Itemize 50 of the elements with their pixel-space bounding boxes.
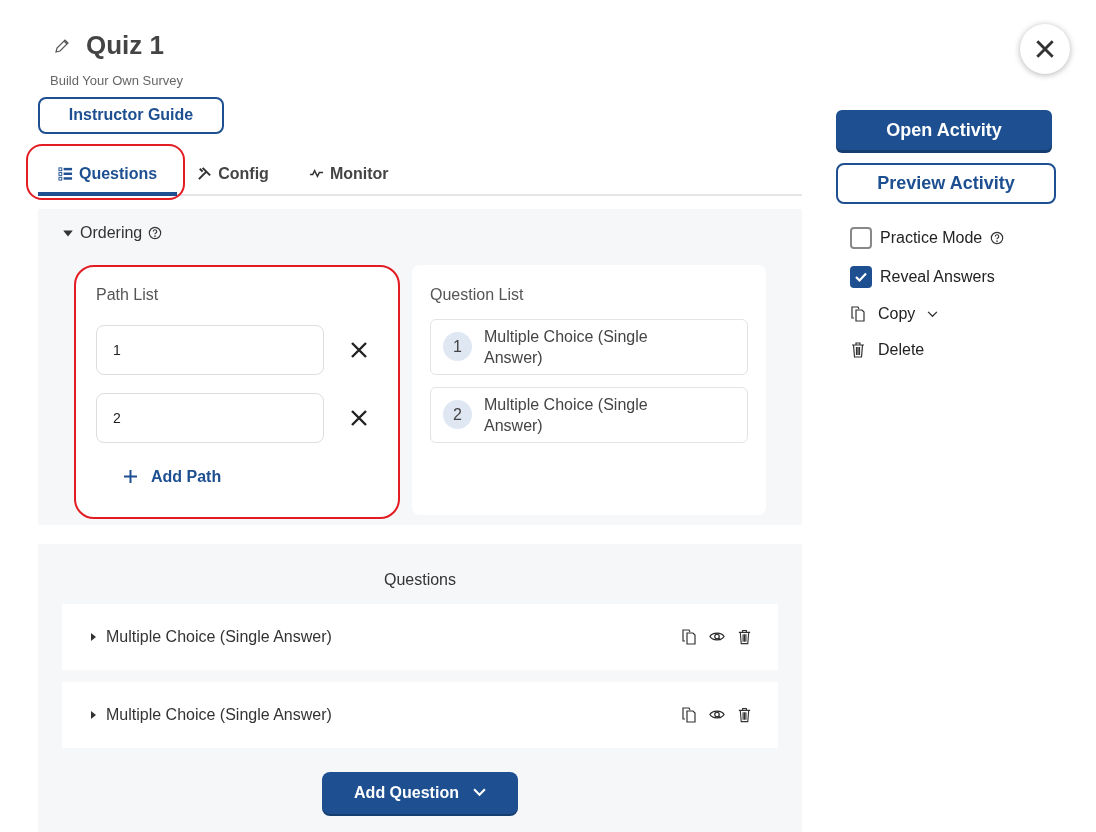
quiz-title: Quiz 1 bbox=[86, 29, 164, 62]
path-field[interactable]: 2 bbox=[96, 392, 324, 443]
tab[interactable]: Questions bbox=[38, 155, 178, 196]
preview-icon[interactable] bbox=[709, 630, 725, 643]
trash-icon[interactable] bbox=[737, 628, 752, 645]
trash-icon bbox=[850, 342, 866, 358]
tab[interactable]: Monitor bbox=[288, 155, 409, 196]
tab[interactable]: Config bbox=[177, 155, 289, 196]
question-row[interactable]: Multiple Choice (Single Answer) bbox=[62, 603, 778, 670]
chevron-down-icon bbox=[472, 788, 486, 797]
copy-button[interactable]: Copy bbox=[850, 302, 939, 326]
tools-icon bbox=[197, 166, 213, 181]
question-list-item[interactable]: 1 Multiple Choice (Single Answer) bbox=[430, 318, 748, 375]
plus-icon bbox=[124, 470, 137, 483]
pencil-icon[interactable] bbox=[54, 37, 70, 54]
preview-activity-button[interactable]: Preview Activity bbox=[836, 163, 1056, 204]
panel-title: Question List bbox=[430, 284, 525, 305]
question-row[interactable]: Multiple Choice (Single Answer) bbox=[62, 681, 778, 748]
caret-icon[interactable] bbox=[88, 709, 98, 720]
checkbox[interactable] bbox=[850, 226, 872, 249]
trash-icon[interactable] bbox=[737, 706, 752, 723]
pulse-icon bbox=[308, 166, 324, 181]
section-title: Questions bbox=[382, 569, 457, 590]
checkbox[interactable] bbox=[850, 265, 872, 288]
number-badge: 2 bbox=[443, 400, 472, 429]
close-icon bbox=[1034, 38, 1056, 60]
delete-button[interactable]: Delete bbox=[850, 338, 925, 362]
section-label: Ordering bbox=[80, 222, 143, 243]
open-activity-button[interactable]: Open Activity bbox=[836, 110, 1052, 150]
option-label: Practice Mode bbox=[880, 227, 983, 248]
preview-icon[interactable] bbox=[709, 708, 725, 721]
option-label: Reveal Answers bbox=[880, 266, 995, 287]
question-list-item[interactable]: 2 Multiple Choice (Single Answer) bbox=[430, 386, 748, 443]
panel-title: Path List bbox=[96, 284, 160, 305]
subtitle: Build Your Own Survey bbox=[49, 72, 184, 90]
close-icon bbox=[349, 407, 369, 428]
number-badge: 1 bbox=[443, 332, 472, 361]
path-field[interactable]: 1 bbox=[96, 324, 324, 375]
add-path-button[interactable]: Add Path bbox=[124, 464, 222, 489]
add-question-button[interactable]: Add Question bbox=[322, 771, 518, 814]
instructor-guide-button[interactable]: Instructor Guide bbox=[38, 96, 224, 134]
caret-icon[interactable] bbox=[88, 631, 98, 642]
close-icon bbox=[349, 339, 369, 360]
copy-icon bbox=[850, 306, 866, 322]
copy-icon[interactable] bbox=[681, 628, 697, 645]
help-icon[interactable] bbox=[990, 230, 1005, 245]
copy-icon[interactable] bbox=[681, 706, 697, 723]
list-icon bbox=[58, 166, 73, 181]
help-icon[interactable] bbox=[148, 225, 163, 240]
close-button[interactable] bbox=[1020, 24, 1070, 74]
